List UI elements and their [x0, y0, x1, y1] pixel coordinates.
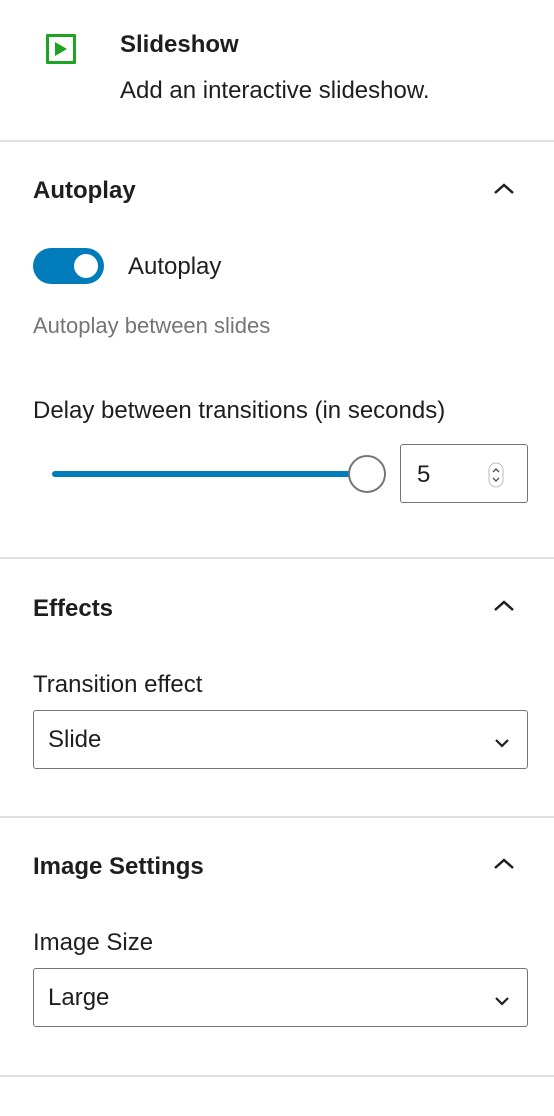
delay-number-value: 5 — [417, 461, 431, 488]
toggle-knob — [74, 254, 98, 278]
image-settings-panel-title[interactable]: Image Settings — [33, 853, 204, 881]
block-title: Slideshow — [120, 31, 239, 58]
image-size-select[interactable]: Large — [33, 968, 528, 1027]
chevron-down-icon — [494, 993, 510, 1011]
chevron-up-icon[interactable] — [490, 180, 518, 198]
block-description: Add an interactive slideshow. — [120, 77, 430, 104]
transition-effect-select[interactable]: Slide — [33, 710, 528, 769]
spinner-icon[interactable] — [488, 462, 504, 488]
autoplay-panel-title[interactable]: Autoplay — [33, 177, 136, 205]
slideshow-play-icon — [46, 34, 76, 64]
divider — [0, 557, 554, 559]
chevron-down-icon — [494, 735, 510, 753]
effects-panel-title[interactable]: Effects — [33, 595, 113, 623]
delay-slider-track[interactable] — [52, 471, 370, 477]
autoplay-toggle[interactable] — [33, 248, 104, 284]
autoplay-help-text: Autoplay between slides — [33, 313, 271, 338]
divider — [0, 1075, 554, 1077]
autoplay-toggle-label: Autoplay — [128, 253, 222, 280]
chevron-up-icon[interactable] — [490, 855, 518, 873]
image-size-label: Image Size — [33, 929, 154, 956]
delay-number-input[interactable]: 5 — [400, 444, 528, 503]
divider — [0, 140, 554, 142]
image-size-value: Large — [48, 984, 110, 1011]
block-card: Slideshow Add an interactive slideshow. — [0, 0, 554, 141]
divider — [0, 816, 554, 818]
transition-effect-value: Slide — [48, 726, 102, 753]
chevron-up-icon[interactable] — [490, 597, 518, 615]
delay-slider-thumb[interactable] — [348, 455, 386, 493]
transition-effect-label: Transition effect — [33, 671, 203, 698]
delay-label: Delay between transitions (in seconds) — [33, 397, 446, 424]
